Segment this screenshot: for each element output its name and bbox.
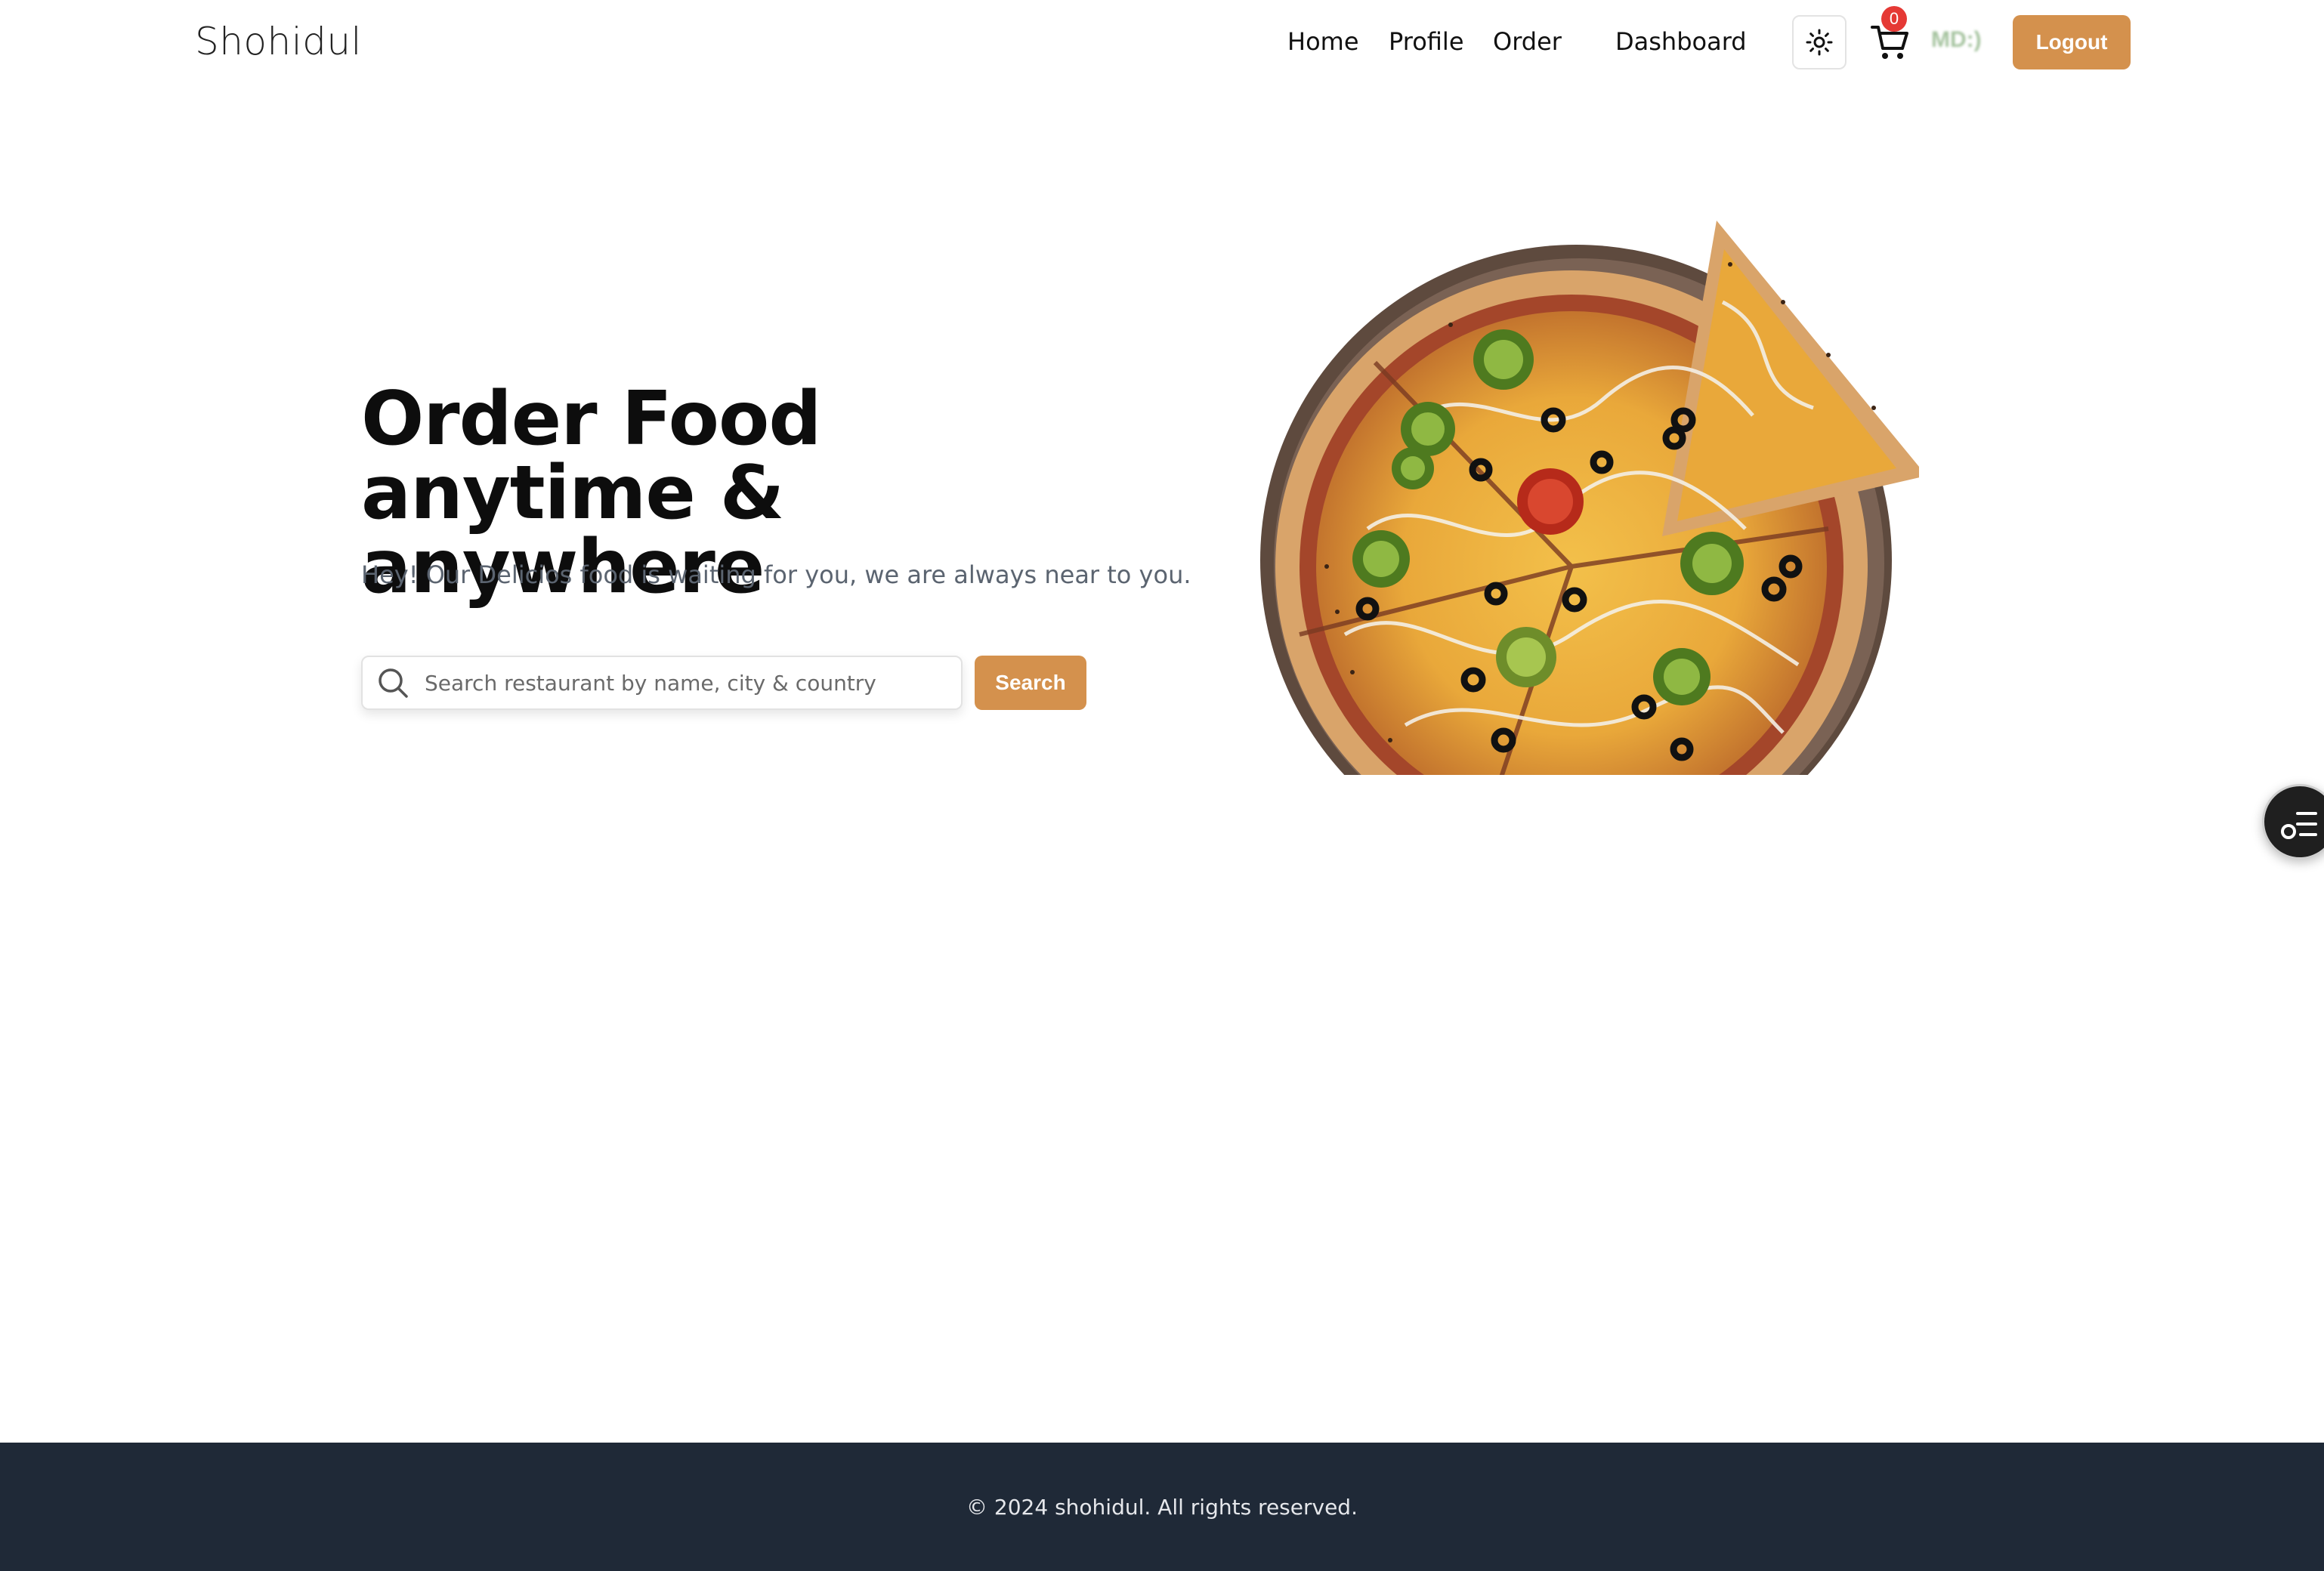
theme-toggle-button[interactable] xyxy=(1792,15,1847,69)
pizza-image xyxy=(1260,221,1919,775)
sun-icon xyxy=(1806,29,1833,56)
search-button[interactable]: Search xyxy=(975,656,1086,710)
search-icon xyxy=(379,668,408,698)
nav-dashboard[interactable]: Dashboard xyxy=(1615,27,1747,56)
hero-subtitle: Hey! Our Delicios food is waiting for yo… xyxy=(361,560,1191,589)
nav-home[interactable]: Home xyxy=(1287,27,1359,56)
floating-menu-button[interactable] xyxy=(2262,784,2324,860)
brand-logo[interactable]: Shohidul xyxy=(195,20,362,63)
footer-copyright: © 2024 shohidul. All rights reserved. xyxy=(966,1494,1358,1520)
footer: © 2024 shohidul. All rights reserved. xyxy=(0,1443,2324,1571)
search-input[interactable] xyxy=(423,669,940,696)
logout-button[interactable]: Logout xyxy=(2013,15,2131,69)
nav-profile[interactable]: Profile xyxy=(1389,27,1464,56)
cart-count-badge: 0 xyxy=(1881,6,1907,32)
nav-order[interactable]: Order xyxy=(1493,27,1562,56)
user-name-label[interactable]: MD:) xyxy=(1931,27,1982,53)
search-box xyxy=(361,656,963,710)
menu-list-icon xyxy=(2281,812,2317,839)
